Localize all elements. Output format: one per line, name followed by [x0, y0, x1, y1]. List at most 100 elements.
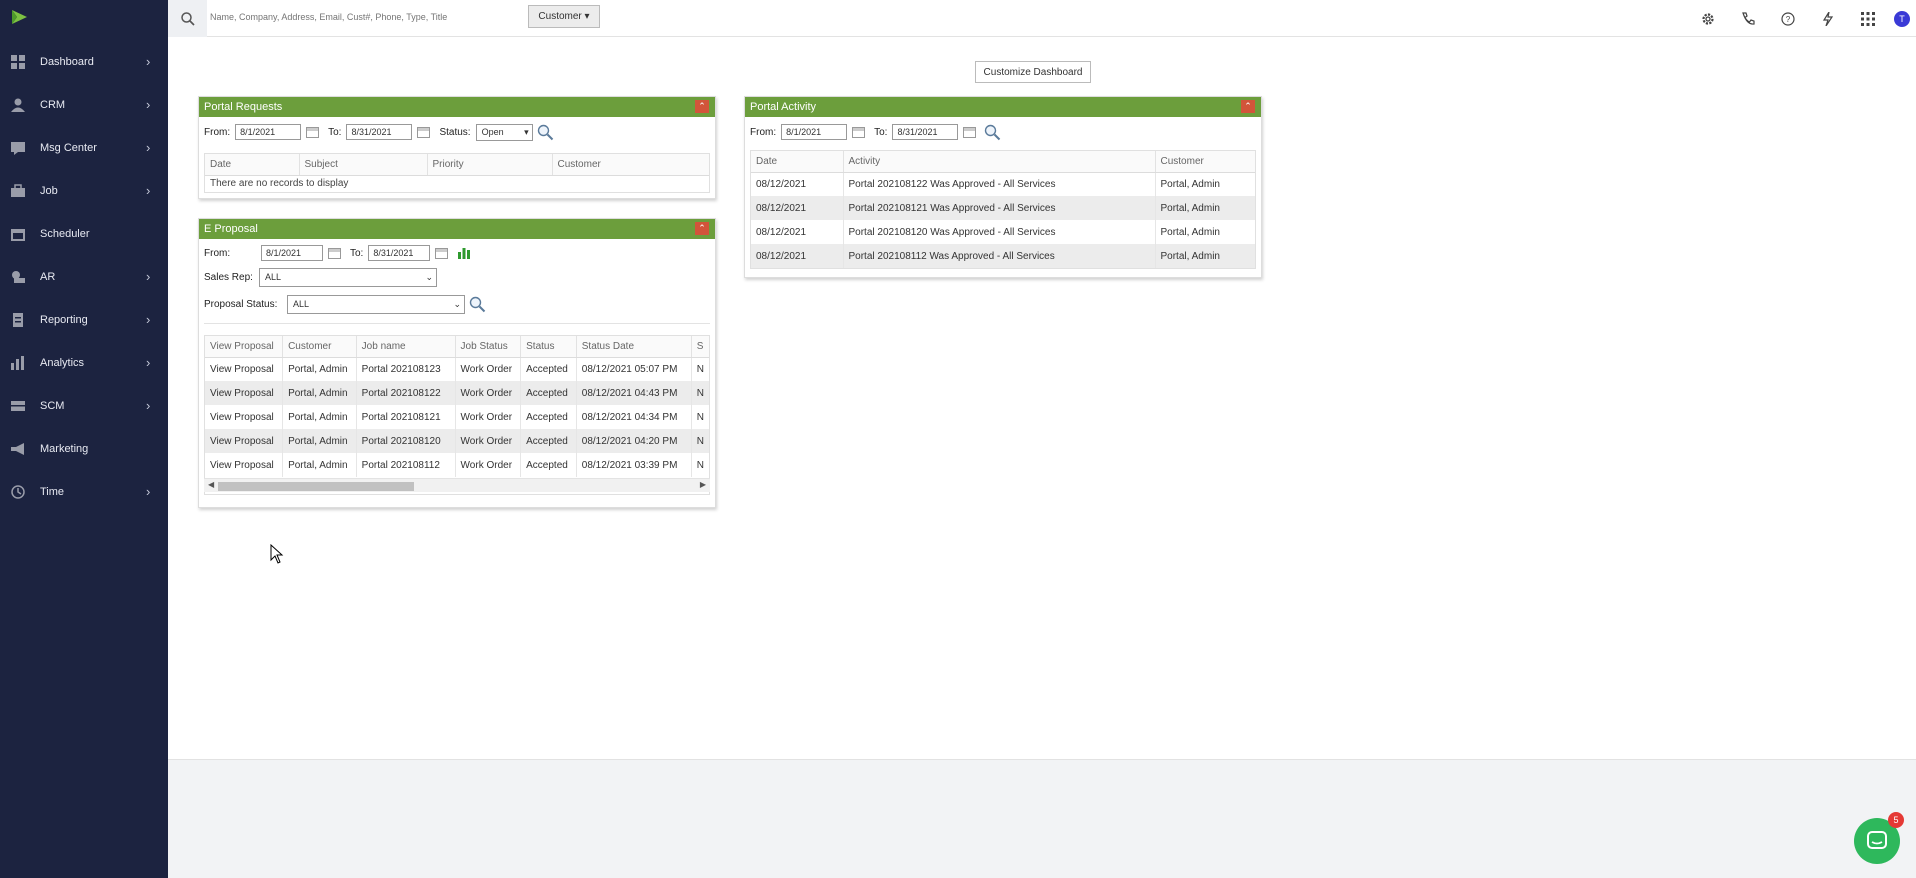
calendar-icon[interactable]: [306, 126, 320, 138]
column-header[interactable]: Customer: [1154, 151, 1255, 173]
help-icon[interactable]: ?: [1768, 11, 1808, 26]
table-cell: 08/12/2021: [756, 226, 807, 238]
column-header[interactable]: Subject: [298, 154, 427, 176]
column-header[interactable]: Customer: [282, 336, 357, 358]
table-row[interactable]: 08/12/2021 Portal 202108122 Was Approved …: [751, 172, 1255, 196]
sidebar-item-time[interactable]: Time ›: [0, 470, 168, 513]
table-row[interactable]: 08/12/2021 Portal 202108121 Was Approved …: [751, 196, 1255, 220]
to-date-input[interactable]: 8/31/2021: [892, 124, 959, 140]
table-cell: Portal, Admin: [282, 453, 357, 477]
top-icons: ? T: [1688, 0, 1916, 37]
global-search-input[interactable]: [210, 8, 530, 26]
sidebar-item-marketing[interactable]: Marketing: [0, 427, 168, 470]
collapse-icon[interactable]: ⌃: [695, 100, 709, 113]
from-date-input[interactable]: 8/1/2021: [235, 124, 302, 140]
column-header[interactable]: Activity: [842, 151, 1155, 173]
customize-dashboard-button[interactable]: Customize Dashboard: [975, 61, 1091, 83]
view-proposal-link[interactable]: View Proposal: [205, 357, 283, 381]
portal-requests-grid: Date Subject Priority Customer There are…: [204, 153, 710, 193]
column-header[interactable]: Customer: [551, 154, 709, 176]
view-proposal-link[interactable]: View Proposal: [205, 429, 283, 453]
column-header[interactable]: Status Date: [575, 336, 692, 358]
app-logo[interactable]: [10, 7, 30, 27]
calendar-icon[interactable]: [417, 126, 431, 138]
sidebar-item-job[interactable]: Job ›: [0, 169, 168, 212]
column-header[interactable]: S: [690, 336, 709, 358]
sales-rep-label: Sales Rep:: [204, 271, 253, 283]
sales-rep-select[interactable]: ALL ⌄: [259, 267, 437, 287]
sidebar-item-msg-center[interactable]: Msg Center ›: [0, 126, 168, 169]
panel-title: Portal Activity: [750, 101, 817, 113]
apps-grid-icon[interactable]: [1848, 11, 1888, 26]
view-proposal-link[interactable]: View Proposal: [205, 453, 283, 477]
table-row[interactable]: View Proposal Portal, Admin Portal 2021081…: [205, 381, 709, 405]
portal-activity-grid: Date Activity Customer 08/12/2021 Portal 20…: [750, 150, 1256, 269]
truck-icon: [10, 398, 26, 414]
user-menu[interactable]: T: [1888, 10, 1916, 27]
table-row[interactable]: View Proposal Portal, Admin Portal 2021081…: [205, 405, 709, 429]
calendar-icon[interactable]: [852, 126, 866, 138]
bar-chart-icon[interactable]: [457, 247, 472, 259]
portal-activity-panel: Portal Activity ⌃ From: 8/1/2021 To: 8/3…: [744, 96, 1262, 278]
proposal-status-select[interactable]: ALL ⌄: [287, 294, 465, 314]
horizontal-scrollbar[interactable]: ◀ ▶: [204, 478, 710, 492]
sidebar-item-crm[interactable]: CRM ›: [0, 83, 168, 126]
search-type-dropdown[interactable]: Customer ▾: [528, 5, 600, 28]
column-header[interactable]: Priority: [426, 154, 552, 176]
column-header[interactable]: Status: [520, 336, 577, 358]
table-cell: Work Order: [454, 381, 521, 405]
table-row[interactable]: 08/12/2021 Portal 202108112 Was Approved …: [751, 244, 1255, 268]
table-row[interactable]: View Proposal Portal, Admin Portal 2021081…: [205, 357, 709, 381]
column-header[interactable]: View Proposal: [205, 336, 283, 358]
status-select[interactable]: Open ▾: [475, 123, 533, 141]
mouse-cursor-icon: [270, 544, 284, 564]
table-cell: Portal 202108112: [355, 453, 456, 477]
from-date-input[interactable]: 8/1/2021: [261, 245, 323, 261]
table-cell: Portal, Admin: [282, 357, 357, 381]
sidebar-item-reporting[interactable]: Reporting ›: [0, 298, 168, 341]
chevron-down-icon: ▾: [524, 126, 529, 137]
view-proposal-link[interactable]: View Proposal: [205, 381, 283, 405]
collapse-icon[interactable]: ⌃: [1241, 100, 1255, 113]
table-cell: 08/12/2021 04:34 PM: [575, 405, 692, 429]
calendar-icon[interactable]: [963, 126, 977, 138]
sidebar-item-ar[interactable]: AR ›: [0, 255, 168, 298]
column-header[interactable]: Date: [751, 151, 843, 173]
column-header[interactable]: Job name: [355, 336, 456, 358]
view-proposal-link[interactable]: View Proposal: [205, 405, 283, 429]
chat-icon: [1867, 831, 1887, 849]
to-date-input[interactable]: 8/31/2021: [368, 245, 431, 261]
calendar-icon[interactable]: [435, 247, 449, 259]
search-button[interactable]: [168, 0, 207, 37]
table-cell: 08/12/2021: [751, 244, 843, 268]
sidebar-item-label: Reporting: [40, 313, 88, 326]
sidebar-item-scm[interactable]: SCM ›: [0, 384, 168, 427]
sidebar-item-label: SCM: [40, 399, 65, 412]
search-icon[interactable]: [469, 296, 486, 313]
table-row[interactable]: View Proposal Portal, Admin Portal 2021081…: [205, 453, 709, 477]
lightning-icon[interactable]: [1808, 11, 1848, 26]
table-cell: 08/12/2021 04:20 PM: [575, 429, 692, 453]
sidebar-item-analytics[interactable]: Analytics ›: [0, 341, 168, 384]
sidebar-item-scheduler[interactable]: Scheduler: [0, 212, 168, 255]
phone-icon[interactable]: [1728, 11, 1768, 26]
table-row[interactable]: 08/12/2021 Portal 202108120 Was Approved …: [751, 220, 1255, 244]
table-row[interactable]: View Proposal Portal, Admin Portal 2021081…: [205, 429, 709, 453]
to-date-input[interactable]: 8/31/2021: [346, 124, 413, 140]
gear-icon[interactable]: [1688, 12, 1728, 26]
column-header[interactable]: Job Status: [454, 336, 521, 358]
table-cell: Portal, Admin: [282, 405, 357, 429]
dashboard-icon: [10, 54, 26, 70]
chevron-right-icon: ›: [146, 484, 151, 499]
collapse-icon[interactable]: ⌃: [695, 222, 709, 235]
column-header[interactable]: Date: [205, 154, 299, 176]
scroll-left-icon[interactable]: ◀: [208, 480, 214, 489]
proposal-status-row: Proposal Status: ALL ⌄: [199, 292, 715, 316]
sidebar-item-dashboard[interactable]: Dashboard ›: [0, 40, 168, 83]
from-date-input[interactable]: 8/1/2021: [781, 124, 848, 140]
scroll-right-icon[interactable]: ▶: [700, 480, 706, 489]
calendar-icon[interactable]: [328, 247, 341, 259]
scrollbar-thumb[interactable]: [218, 482, 414, 491]
search-icon[interactable]: [984, 124, 1001, 141]
search-icon[interactable]: [537, 124, 554, 141]
